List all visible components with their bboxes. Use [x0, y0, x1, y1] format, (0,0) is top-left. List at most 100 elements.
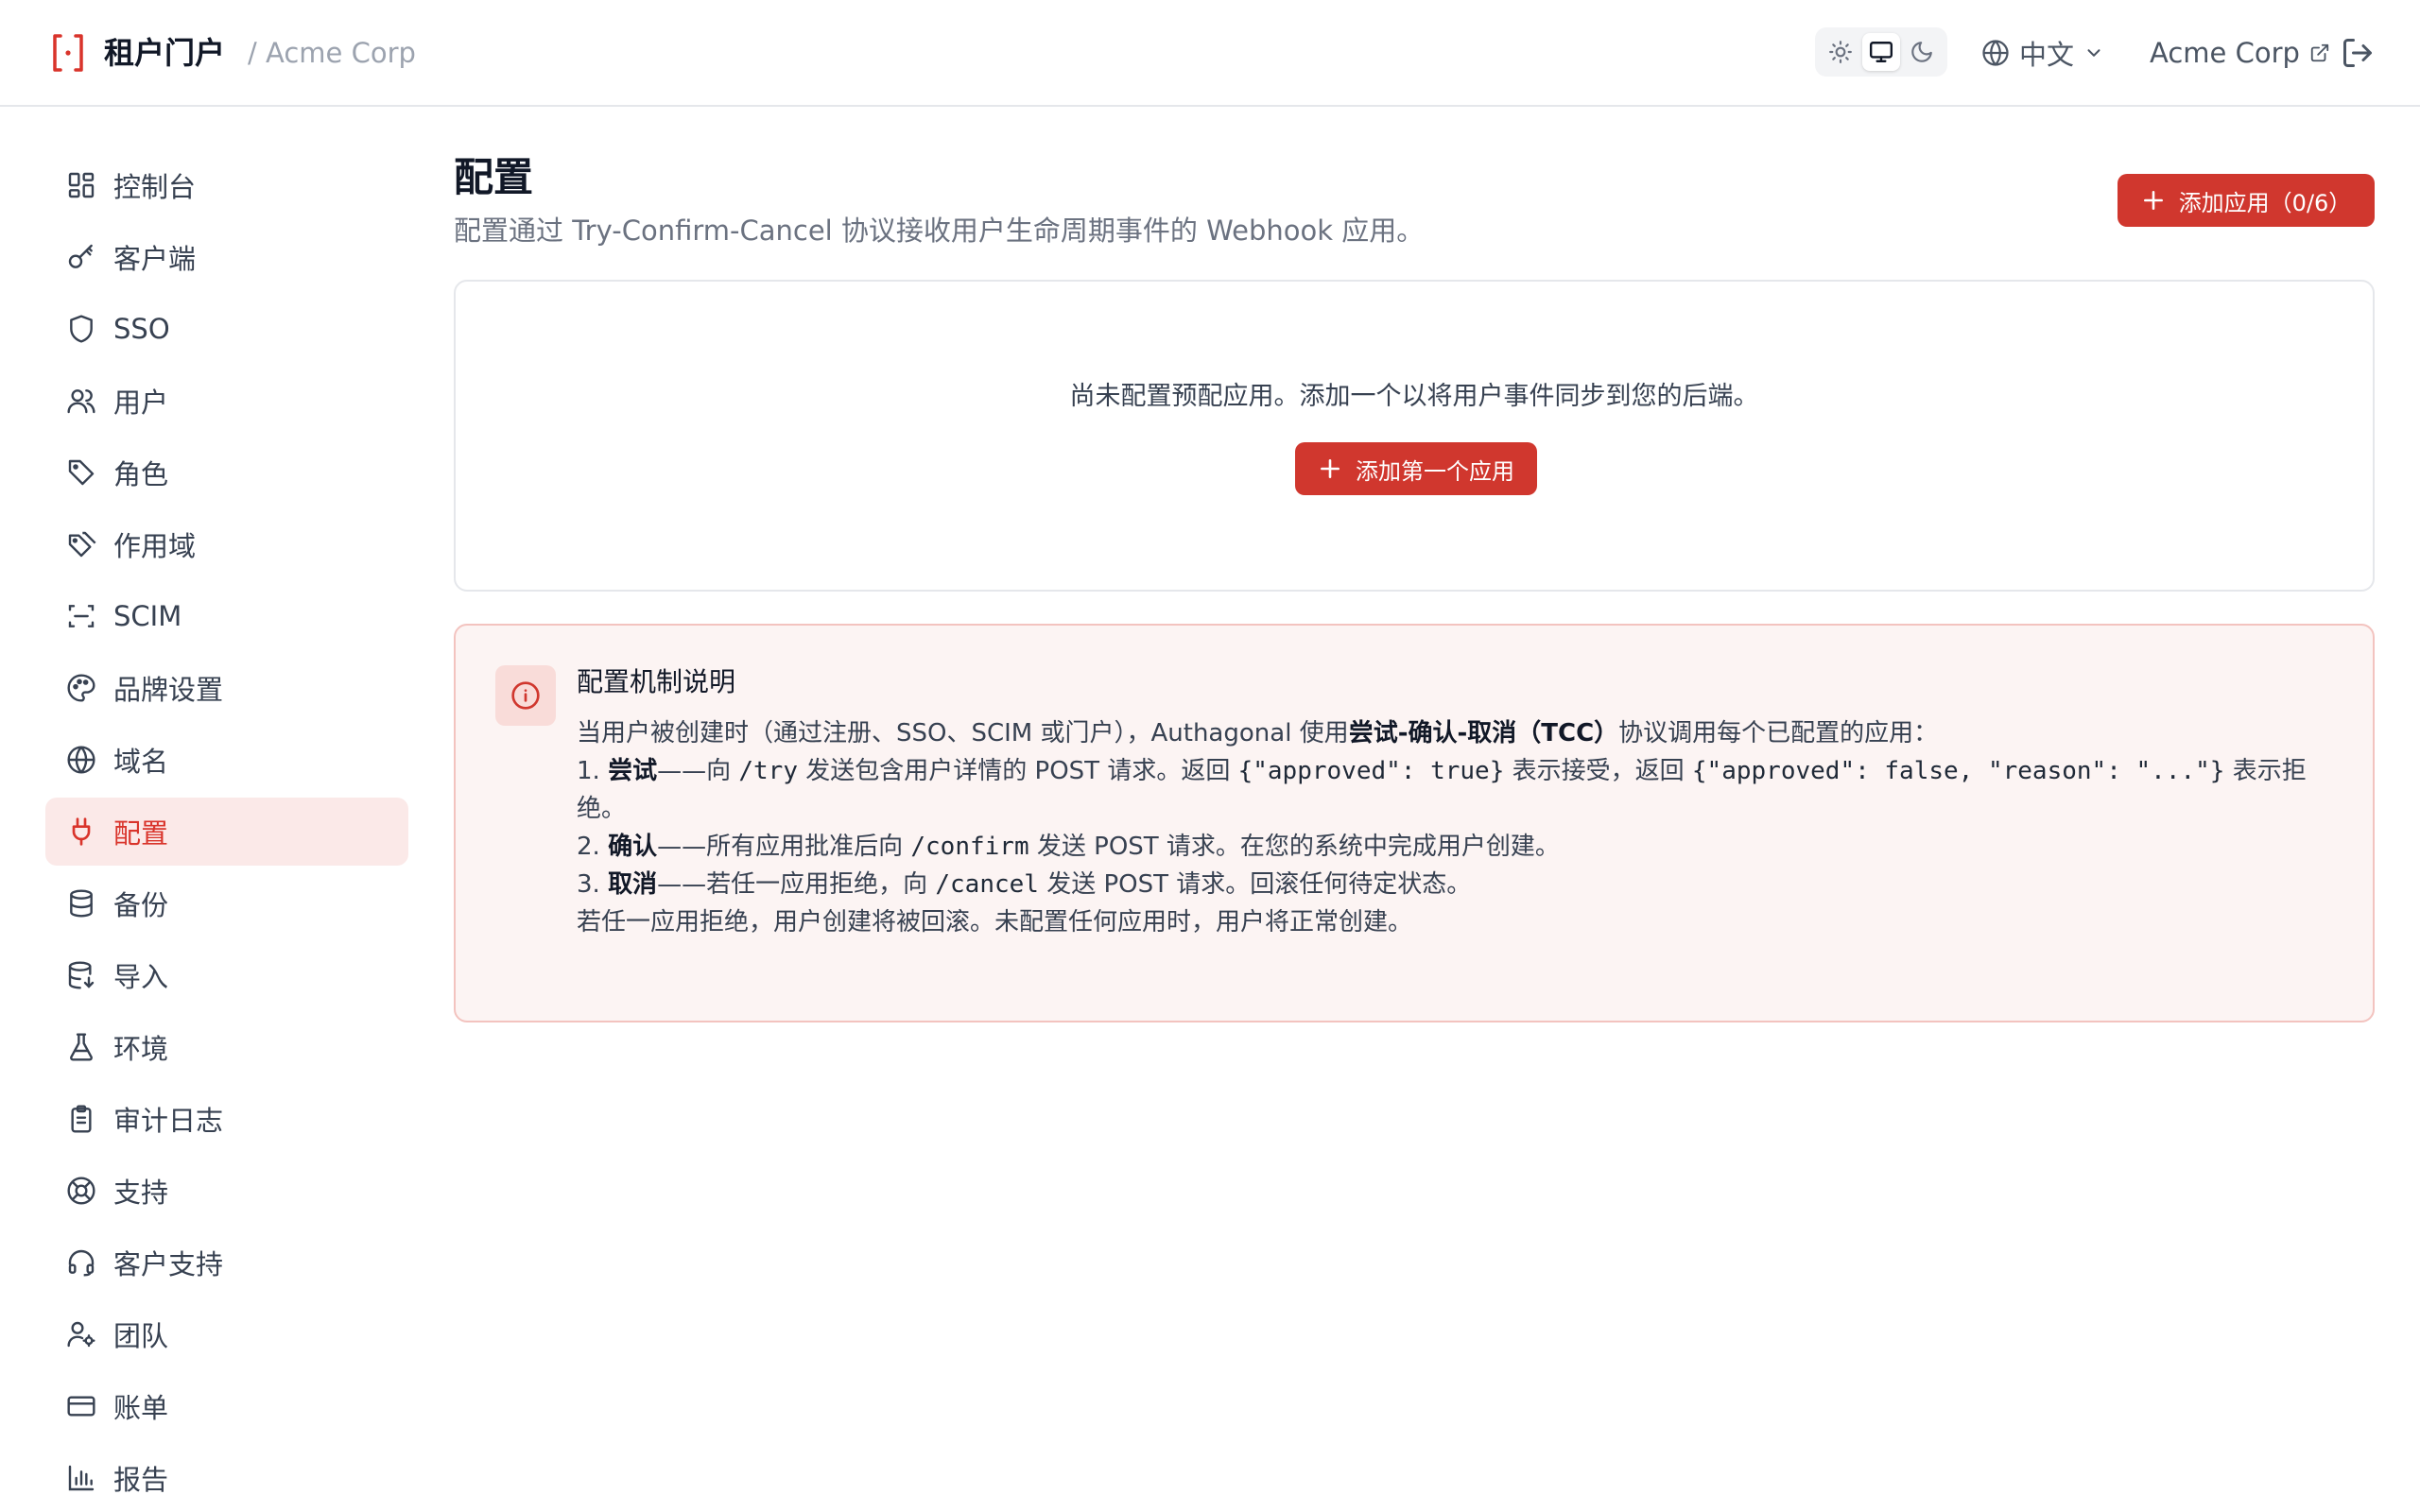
app-title: 租户门户: [104, 35, 226, 71]
tenant-link-label: Acme Corp: [2150, 37, 2300, 69]
step-title: 取消: [608, 870, 658, 899]
sidebar-item-label: 配置: [113, 817, 169, 850]
sidebar-item-label: 报告: [113, 1464, 169, 1496]
monitor-icon: [1869, 42, 1893, 62]
sidebar-item-sso[interactable]: SSO: [45, 295, 408, 363]
sidebar-item-label: SCIM: [113, 600, 182, 632]
sidebar-item-label: 客户端: [113, 243, 197, 275]
add-first-app-button-label: 添加第一个应用: [1356, 457, 1514, 485]
step-title: 确认: [608, 833, 658, 861]
tags-icon: [68, 531, 96, 558]
info-intro-bold: 尝试-确认-取消（TCC）: [1348, 719, 1619, 747]
sidebar-item-branding[interactable]: 品牌设置: [45, 654, 408, 722]
sidebar-item-backup[interactable]: 备份: [45, 869, 408, 937]
step-code: {"approved": true}: [1237, 757, 1505, 785]
step-text: 发送包含用户详情的 POST 请求。返回: [805, 757, 1231, 785]
sidebar-item-label: 控制台: [113, 171, 197, 203]
sidebar-item-label: 用户: [113, 387, 169, 419]
sun-icon: [1829, 41, 1853, 63]
add-app-button[interactable]: 添加应用（0/6）: [2118, 174, 2375, 227]
users-icon: [67, 389, 95, 414]
sidebar-item-label: 支持: [113, 1177, 169, 1209]
sidebar-item-roles[interactable]: 角色: [45, 438, 408, 507]
sidebar-item-support[interactable]: 支持: [45, 1157, 408, 1225]
sidebar-item-label: 导入: [113, 961, 169, 993]
add-app-button-label: 添加应用（0/6）: [2178, 189, 2352, 216]
sidebar-item-billing[interactable]: 账单: [45, 1372, 408, 1440]
info-step-confirm: 2. 确认——所有应用批准后向 /confirm 发送 POST 请求。在您的系…: [577, 828, 2335, 866]
logo-icon: [53, 34, 83, 72]
sidebar-item-label: 角色: [113, 458, 169, 490]
credit-card-icon: [67, 1396, 95, 1417]
moon-icon: [1910, 42, 1932, 62]
sidebar-item-dashboard[interactable]: 控制台: [45, 151, 408, 219]
sidebar-item-label: 备份: [113, 889, 169, 921]
info-intro: 当用户被创建时（通过注册、SSO、SCIM 或门户），Authagonal 使用…: [577, 714, 2335, 752]
breadcrumb-tenant: / Acme Corp: [248, 37, 416, 69]
logout-icon[interactable]: [2341, 36, 2375, 70]
empty-state-card: 尚未配置预配应用。添加一个以将用户事件同步到您的后端。 添加第一个应用: [454, 280, 2375, 592]
language-label: 中文: [2019, 39, 2075, 71]
theme-system-button[interactable]: [1861, 33, 1900, 71]
theme-switcher: [1815, 27, 1947, 77]
sidebar-item-customer-support[interactable]: 客户支持: [45, 1228, 408, 1297]
sidebar-item-label: 作用域: [113, 530, 197, 562]
info-icon-box: [495, 665, 556, 726]
sidebar-item-scim[interactable]: SCIM: [45, 582, 408, 650]
plug-icon: [72, 817, 91, 846]
info-title: 配置机制说明: [577, 666, 736, 697]
database-import-icon: [68, 961, 95, 989]
sidebar-item-scopes[interactable]: 作用域: [45, 510, 408, 578]
sidebar-item-domains[interactable]: 域名: [45, 726, 408, 794]
sidebar-item-environments[interactable]: 环境: [45, 1013, 408, 1081]
globe-icon: [67, 746, 95, 774]
sidebar-item-provisioning[interactable]: 配置: [45, 798, 408, 866]
step-text: ——若任一应用拒绝，向: [657, 870, 928, 899]
sidebar-item-team[interactable]: 团队: [45, 1300, 408, 1368]
sidebar-item-reports[interactable]: 报告: [45, 1444, 408, 1512]
external-link-icon: [2310, 43, 2329, 62]
sidebar-item-label: SSO: [113, 313, 170, 345]
plus-icon: [1321, 459, 1340, 478]
sidebar-item-label: 客户支持: [113, 1248, 224, 1280]
top-header: 租户门户 / Acme Corp 中文 Acme Corp: [0, 0, 2420, 107]
empty-state-message: 尚未配置预配应用。添加一个以将用户事件同步到您的后端。: [1069, 382, 1759, 411]
step-text: 发送 POST 请求。在您的系统中完成用户创建。: [1036, 833, 1560, 861]
step-code: /confirm: [910, 833, 1029, 861]
info-footer: 若任一应用拒绝，用户创建将被回滚。未配置任何应用时，用户将正常创建。: [577, 908, 1413, 936]
info-icon: [511, 681, 540, 710]
info-callout: 配置机制说明 当用户被创建时（通过注册、SSO、SCIM 或门户），Authag…: [454, 624, 2375, 1022]
dashboard-icon: [68, 172, 95, 198]
shield-icon: [70, 315, 93, 343]
step-code: /cancel: [935, 870, 1039, 899]
key-icon: [68, 244, 93, 268]
info-intro-text: 当用户被创建时（通过注册、SSO、SCIM 或门户），Authagonal 使用: [577, 719, 1349, 747]
database-icon: [70, 889, 93, 918]
info-step-try: 1. 尝试——向 /try 发送包含用户详情的 POST 请求。返回 {"app…: [577, 752, 2335, 828]
page-subtitle: 配置通过 Try-Confirm-Cancel 协议接收用户生命周期事件的 We…: [454, 215, 1425, 247]
sidebar-item-clients[interactable]: 客户端: [45, 223, 408, 291]
sidebar-item-users[interactable]: 用户: [45, 367, 408, 435]
theme-light-button[interactable]: [1822, 33, 1859, 71]
language-selector[interactable]: 中文: [1981, 32, 2104, 74]
sidebar-item-import[interactable]: 导入: [45, 941, 408, 1009]
step-number: 2.: [577, 833, 600, 861]
plus-icon: [2143, 191, 2163, 210]
globe-icon: [1982, 40, 2009, 66]
tag-icon: [68, 459, 95, 486]
step-title: 尝试: [608, 757, 658, 785]
add-first-app-button[interactable]: 添加第一个应用: [1295, 442, 1537, 495]
sidebar-item-audit-log[interactable]: 审计日志: [45, 1085, 408, 1153]
step-number: 1.: [577, 757, 600, 785]
info-intro-text: 协议调用每个已配置的应用：: [1618, 719, 1939, 747]
step-text: 发送 POST 请求。回滚任何待定状态。: [1046, 870, 1472, 899]
sidebar-item-label: 品牌设置: [113, 674, 224, 706]
theme-dark-button[interactable]: [1903, 33, 1941, 71]
palette-icon: [67, 674, 95, 702]
step-number: 3.: [577, 870, 600, 899]
step-code: {"approved": false, "reason": "..."}: [1691, 757, 2225, 785]
page-title: 配置: [454, 154, 534, 200]
sidebar-item-label: 账单: [113, 1392, 169, 1424]
info-body: 当用户被创建时（通过注册、SSO、SCIM 或门户），Authagonal 使用…: [577, 714, 2335, 941]
tenant-external-link[interactable]: Acme Corp: [2150, 32, 2330, 74]
